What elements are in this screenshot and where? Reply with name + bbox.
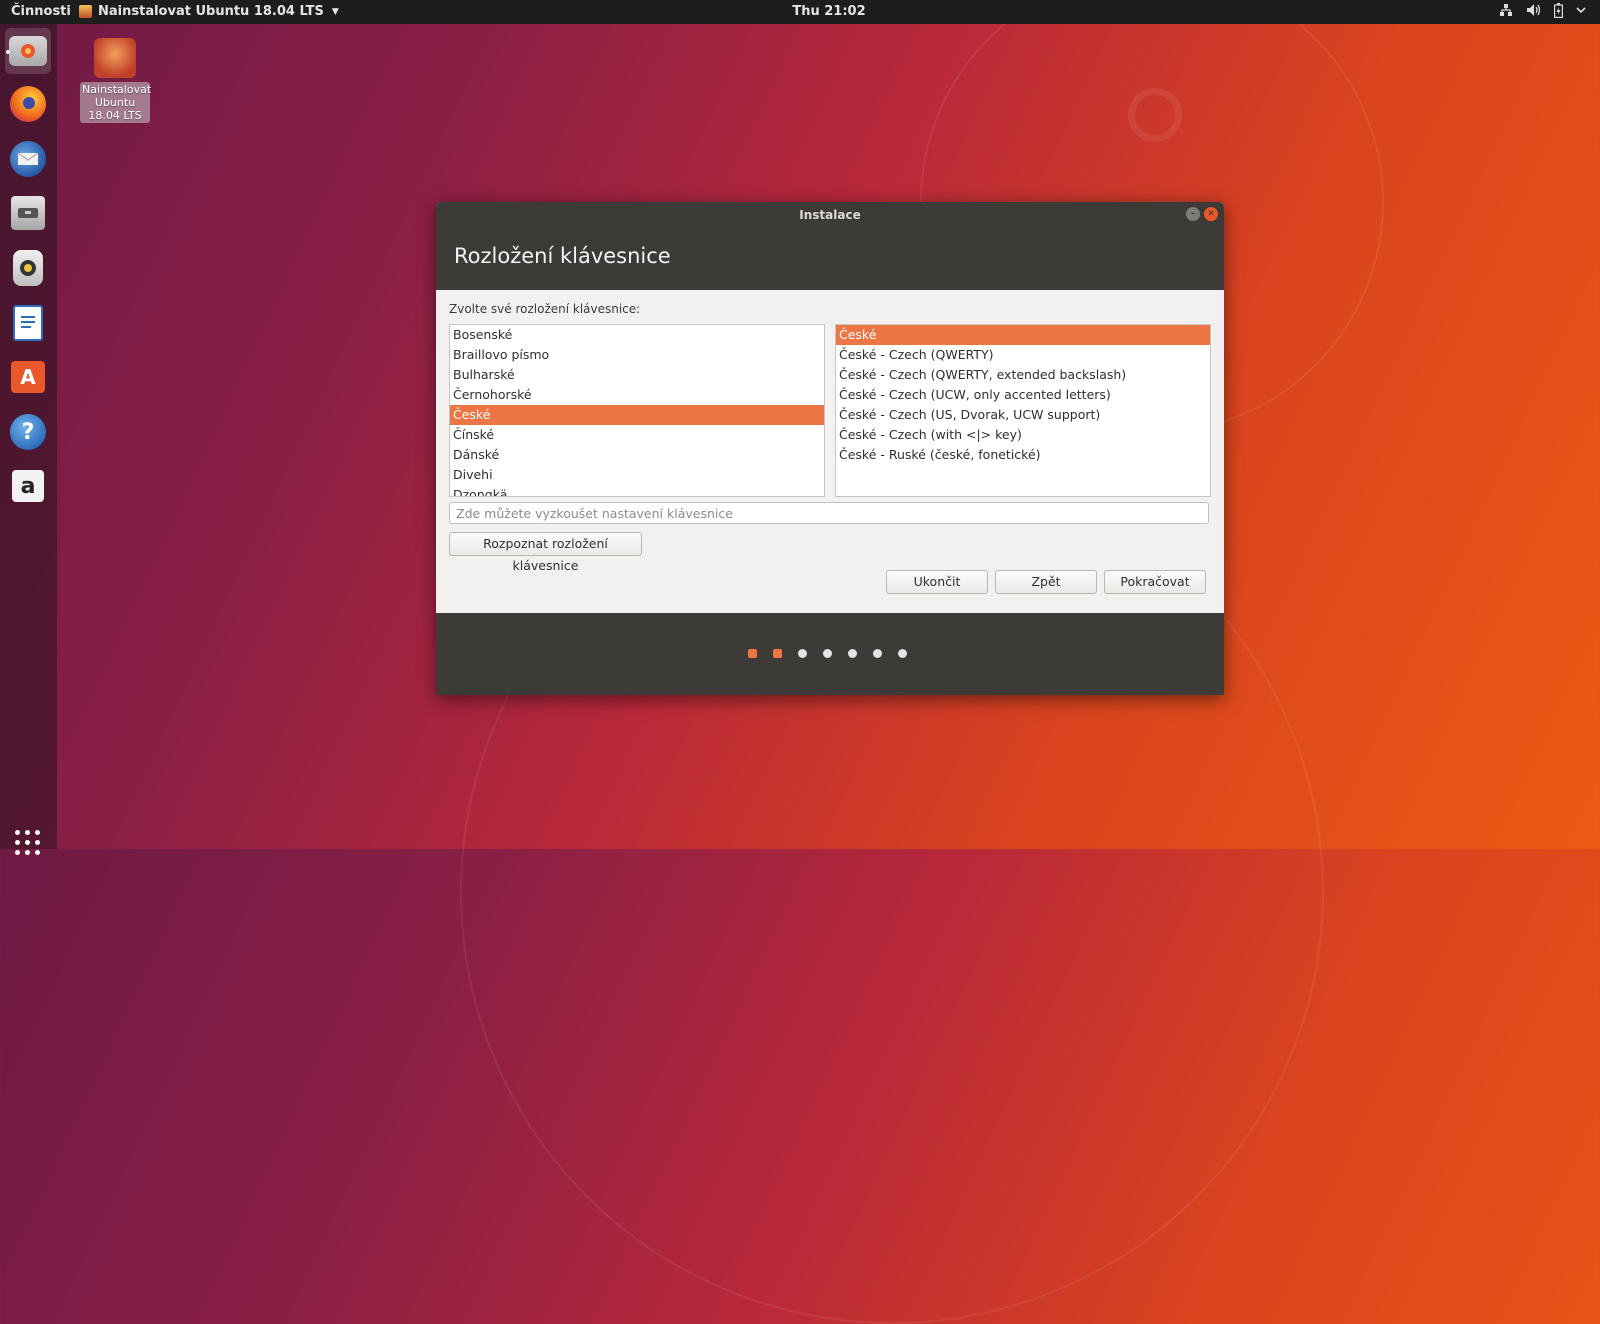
desktop-installer-shortcut[interactable]: Nainstalovat Ubuntu 18.04 LTS — [80, 38, 152, 123]
dock-rhythmbox[interactable] — [5, 245, 51, 291]
help-icon: ? — [10, 414, 46, 450]
running-indicator — [6, 50, 10, 54]
installer-icon — [9, 36, 47, 66]
dock-firefox[interactable] — [5, 81, 51, 127]
dock-files[interactable] — [5, 190, 51, 236]
volume-icon[interactable] — [1526, 3, 1541, 22]
amazon-icon: a — [12, 470, 44, 502]
dock-ubuntu-software[interactable]: A — [5, 354, 51, 400]
minimize-icon[interactable]: – — [1186, 207, 1200, 221]
desktop-icon-label: Nainstalovat Ubuntu 18.04 LTS — [80, 82, 152, 123]
dock-installer[interactable] — [5, 28, 51, 74]
network-icon[interactable] — [1499, 3, 1513, 22]
list-item[interactable]: Divehi — [450, 465, 824, 485]
software-center-icon: A — [11, 361, 45, 393]
detect-layout-button[interactable]: Rozpoznat rozložení klávesnice — [449, 532, 642, 573]
continue-button[interactable]: Pokračovat — [1104, 570, 1206, 594]
list-item[interactable]: Černohorské — [450, 385, 824, 405]
list-item[interactable]: Dánské — [450, 445, 824, 465]
progress-dot — [848, 649, 857, 658]
dock-amazon[interactable]: a — [5, 463, 51, 509]
window-title: Instalace — [799, 208, 861, 222]
battery-icon[interactable] — [1554, 3, 1564, 22]
writer-icon — [13, 305, 43, 341]
dock-help[interactable]: ? — [5, 409, 51, 455]
list-item-selected[interactable]: České — [450, 405, 824, 425]
quit-button[interactable]: Ukončit — [886, 570, 988, 594]
close-icon[interactable]: ✕ — [1204, 207, 1218, 221]
power-menu-icon[interactable] — [1576, 3, 1586, 22]
list-item[interactable]: České - Czech (QWERTY) — [836, 345, 1210, 365]
installer-desktop-icon — [94, 38, 136, 78]
thunderbird-icon — [10, 141, 46, 177]
top-bar: Činnosti Nainstalovat Ubuntu 18.04 LTS ▼… — [0, 0, 1600, 24]
progress-dot — [873, 649, 882, 658]
clock[interactable]: Thu 21:02 — [0, 4, 1600, 19]
firefox-icon — [10, 86, 46, 122]
keyboard-variant-list[interactable]: České České - Czech (QWERTY) České - Cze… — [835, 324, 1211, 497]
window-titlebar[interactable]: Instalace – ✕ — [436, 202, 1224, 228]
progress-dot — [823, 649, 832, 658]
system-tray[interactable] — [1499, 3, 1586, 22]
list-item[interactable]: České - Ruské (české, fonetické) — [836, 445, 1210, 465]
page-content: Zvolte své rozložení klávesnice: Bosensk… — [436, 290, 1224, 613]
progress-dot — [798, 649, 807, 658]
progress-footer — [436, 613, 1224, 695]
show-applications-grid-icon[interactable] — [15, 830, 40, 855]
step-progress-dots — [748, 649, 907, 658]
dock-thunderbird[interactable] — [5, 136, 51, 182]
progress-dot-done — [773, 649, 782, 658]
files-icon — [11, 196, 45, 230]
list-item[interactable]: Čínské — [450, 425, 824, 445]
list-item[interactable]: Bosenské — [450, 325, 824, 345]
keyboard-layout-list[interactable]: Bosenské Braillovo písmo Bulharské Černo… — [449, 324, 825, 497]
list-item-selected[interactable]: České — [836, 325, 1210, 345]
back-button[interactable]: Zpět — [995, 570, 1097, 594]
list-item[interactable]: České - Czech (UCW, only accented letter… — [836, 385, 1210, 405]
list-item[interactable]: Bulharské — [450, 365, 824, 385]
list-item[interactable]: České - Czech (US, Dvorak, UCW support) — [836, 405, 1210, 425]
progress-dot — [898, 649, 907, 658]
dock: A ? a — [0, 24, 57, 855]
window-controls: – ✕ — [1186, 207, 1218, 221]
page-header: Rozložení klávesnice — [436, 228, 1224, 290]
list-item[interactable]: Braillovo písmo — [450, 345, 824, 365]
layout-prompt: Zvolte své rozložení klávesnice: — [449, 302, 641, 316]
installer-window: Instalace – ✕ Rozložení klávesnice Zvolt… — [436, 202, 1224, 695]
rhythmbox-icon — [13, 250, 43, 286]
dock-libreoffice-writer[interactable] — [5, 300, 51, 346]
page-title: Rozložení klávesnice — [454, 244, 671, 268]
list-item[interactable]: České - Czech (with <|> key) — [836, 425, 1210, 445]
list-item[interactable]: Dzongkä — [450, 485, 824, 496]
keyboard-test-input[interactable] — [449, 502, 1209, 524]
list-item[interactable]: České - Czech (QWERTY, extended backslas… — [836, 365, 1210, 385]
progress-dot-done — [748, 649, 757, 658]
wallpaper-decoration — [1128, 88, 1182, 142]
